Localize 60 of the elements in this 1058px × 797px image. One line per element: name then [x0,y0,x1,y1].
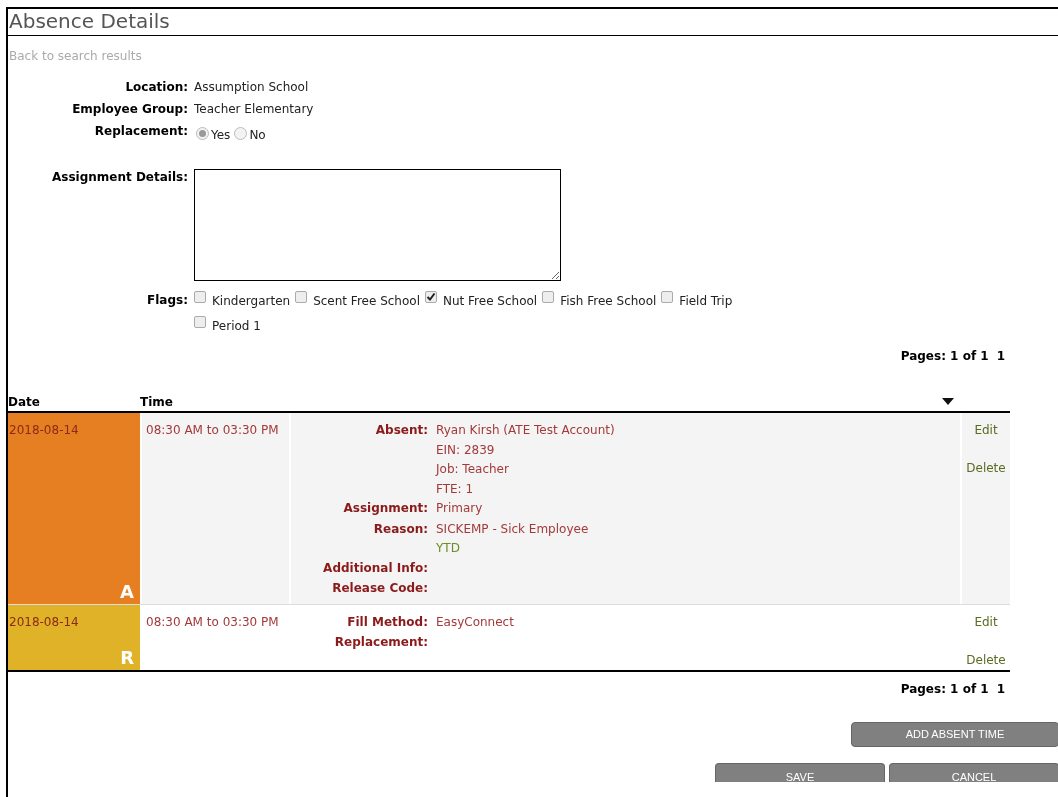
absence-type-letter: A [120,581,134,602]
detail-value: FTE: 1 [436,480,475,498]
detail-value: SICKEMP - Sick Employee [436,520,590,538]
checkbox[interactable] [194,291,206,303]
absence-type-letter: R [120,647,134,668]
detail-value: Job: Teacher [436,461,510,478]
column-header: Date [8,394,41,411]
checkbox-label: Field Trip [679,293,733,308]
detail-label: Release Code: [331,580,428,597]
detail-label: Absent: [374,422,428,439]
detail-label: Reason: [372,520,428,538]
sort-caret-icon [942,398,954,405]
detail-value: EIN: 2839 [436,441,496,459]
add-absent-time-button[interactable]: ADD ABSENT TIME [851,721,1058,747]
time-text: 08:30 AM to 03:30 PM [146,614,279,629]
checkbox-label: Period 1 [212,318,261,333]
field-label: Flags: [146,292,188,309]
checkbox-label: Scent Free School [313,293,420,308]
assignment-details-field[interactable] [194,169,561,281]
checkbox-label: Nut Free School [443,293,538,308]
checkbox[interactable] [542,291,555,303]
radio-label: Yes [211,127,231,142]
field-label: Replacement: [93,123,188,140]
action-link[interactable]: Edit [974,421,998,440]
radio-button[interactable] [196,126,209,140]
action-link[interactable]: Delete [966,459,1006,478]
checkbox[interactable] [661,291,674,303]
detail-value: YTD [436,540,461,557]
field-label: Employee Group: [71,101,188,118]
detail-value: Primary [436,500,484,517]
cancel-button[interactable]: CANCEL [889,762,1058,782]
pager-label: Pages: 1 of 1 [900,348,989,365]
save-button[interactable]: SAVE [715,762,885,782]
action-link[interactable]: Edit [974,612,998,632]
pager-label: Pages: 1 of 1 [900,680,989,698]
detail-label: Replacement: [333,634,428,651]
field-label: Assignment Details: [50,169,188,186]
field-value: Assumption School [194,80,309,94]
radio-button[interactable] [234,126,248,140]
date-text: 2018-08-14 [9,423,79,437]
detail-value: EasyConnect [436,613,515,631]
checkbox[interactable] [425,291,437,303]
page-link[interactable]: 1 [996,679,1005,698]
time-text: 08:30 AM to 03:30 PM [146,423,279,437]
checkbox-label: Kindergarten [212,293,291,308]
checkbox[interactable] [295,291,308,303]
action-link[interactable]: Delete [966,650,1006,670]
detail-label: Additional Info: [322,559,428,577]
radio-label: No [249,127,266,142]
column-header: Time [140,394,174,411]
field-label: Location: [124,79,188,96]
detail-value: Ryan Kirsh (ATE Test Account) [436,422,616,439]
detail-label: Assignment: [342,500,428,517]
page-link[interactable]: 1 [996,347,1005,365]
checkbox[interactable] [194,316,206,328]
detail-label: Fill Method: [346,613,428,631]
field-value: Teacher Elementary [194,102,314,116]
checkbox-label: Fish Free School [560,293,657,308]
page-title: Absence Details [8,9,171,33]
date-text: 2018-08-14 [9,614,79,629]
